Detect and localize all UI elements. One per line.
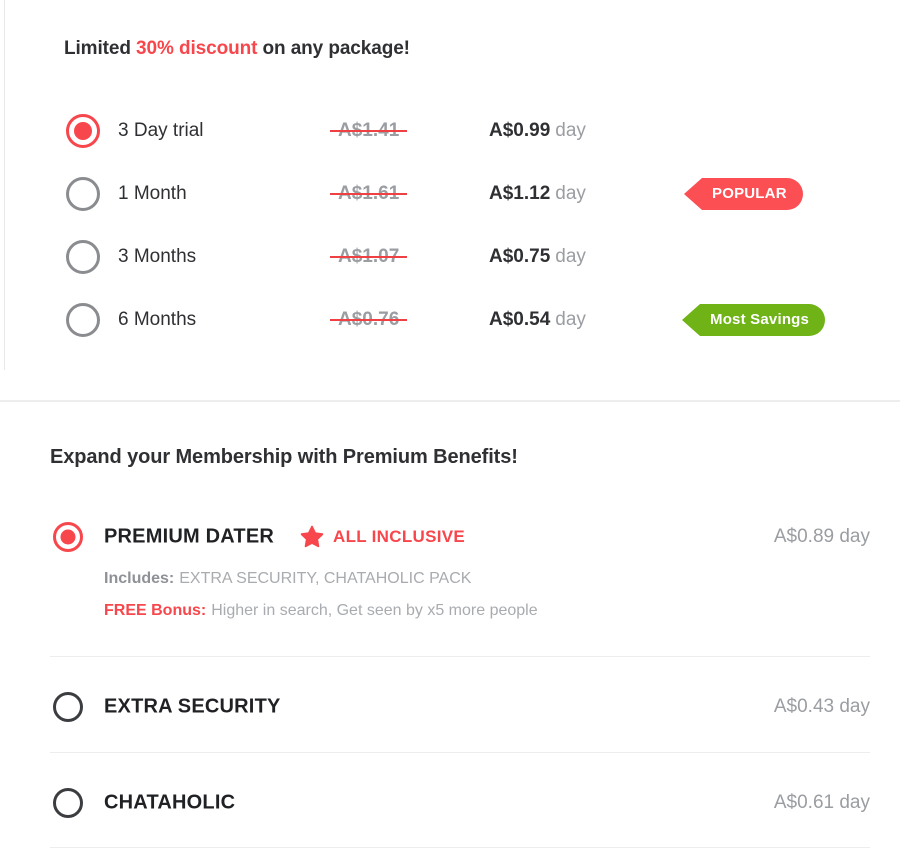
package-price-value: A$1.12 [489,182,551,204]
premium-name: PREMIUM DATER [104,525,275,548]
package-old-price: A$1.41 [338,119,400,141]
package-option-row[interactable]: 6 Months A$0.76 A$0.54 day Most Savings [0,288,900,351]
premium-name: CHATAHOLIC [104,791,236,814]
package-name: 3 Day trial [118,119,204,141]
package-option-row[interactable]: 1 Month A$1.61 A$1.12 day POPULAR [0,162,900,225]
package-name: 3 Months [118,245,197,267]
package-new-price: A$1.12 day [489,183,586,205]
premium-radio[interactable] [53,692,83,722]
package-option-row[interactable]: 3 Months A$1.07 A$0.75 day [0,225,900,288]
premium-name: EXTRA SECURITY [104,695,281,718]
all-inclusive-tag: ALL INCLUSIVE [300,525,465,549]
package-radio[interactable] [66,239,100,274]
premium-price: A$0.43 day [773,696,870,717]
most-savings-badge: Most Savings [700,303,826,336]
package-new-price: A$0.54 day [489,309,586,331]
headline-prefix: Limited [64,38,137,59]
premium-price: A$0.61 day [773,792,870,813]
package-old-price: A$1.07 [338,245,400,267]
premium-bonus-line: FREE Bonus: Higher in search, Get seen by… [104,602,538,620]
premium-radio[interactable] [53,788,83,818]
package-price-period: day [555,308,586,330]
package-radio[interactable] [66,113,100,148]
premium-radio[interactable] [53,522,83,552]
premium-price: A$0.89 day [773,526,870,547]
premium-includes-line: Includes: EXTRA SECURITY, CHATAHOLIC PACK [104,570,471,588]
package-old-price: A$1.61 [338,182,400,204]
includes-label: Includes: [104,570,175,587]
premium-row-divider [50,752,870,753]
headline-suffix: on any package! [257,38,410,59]
free-bonus-value: Higher in search, Get seen by x5 more pe… [211,602,538,619]
package-radio[interactable] [66,176,100,211]
premium-row-divider [50,847,870,848]
package-price-period: day [555,245,586,267]
pricing-page: Limited 30% discount on any package! 3 D… [0,0,900,862]
package-name: 1 Month [118,182,187,204]
all-inclusive-label: ALL INCLUSIVE [333,527,466,546]
premium-option-row[interactable]: EXTRA SECURITY A$0.43 day [0,682,900,732]
package-price-period: day [555,119,586,141]
package-radio[interactable] [66,302,100,337]
package-option-row[interactable]: 3 Day trial A$1.41 A$0.99 day [0,99,900,162]
headline-accent: 30% discount [136,38,258,59]
popular-badge: POPULAR [702,177,803,210]
star-icon [300,525,324,548]
package-old-price: A$0.76 [338,308,400,330]
premium-section-title: Expand your Membership with Premium Bene… [50,446,518,468]
package-new-price: A$0.75 day [489,246,586,268]
premium-option-row[interactable]: CHATAHOLIC A$0.61 day [0,778,900,828]
package-price-value: A$0.75 [489,245,551,267]
package-price-value: A$0.99 [489,119,551,141]
package-name: 6 Months [118,308,197,330]
section-divider [0,400,900,402]
discount-headline: Limited 30% discount on any package! [64,38,410,60]
includes-value: EXTRA SECURITY, CHATAHOLIC PACK [179,570,472,587]
package-new-price: A$0.99 day [489,120,586,142]
premium-row-divider [50,656,870,657]
free-bonus-label: FREE Bonus: [104,602,207,619]
package-price-period: day [555,182,586,204]
premium-option-row[interactable]: PREMIUM DATER ALL INCLUSIVE A$0.89 day [0,512,900,562]
package-price-value: A$0.54 [489,308,551,330]
